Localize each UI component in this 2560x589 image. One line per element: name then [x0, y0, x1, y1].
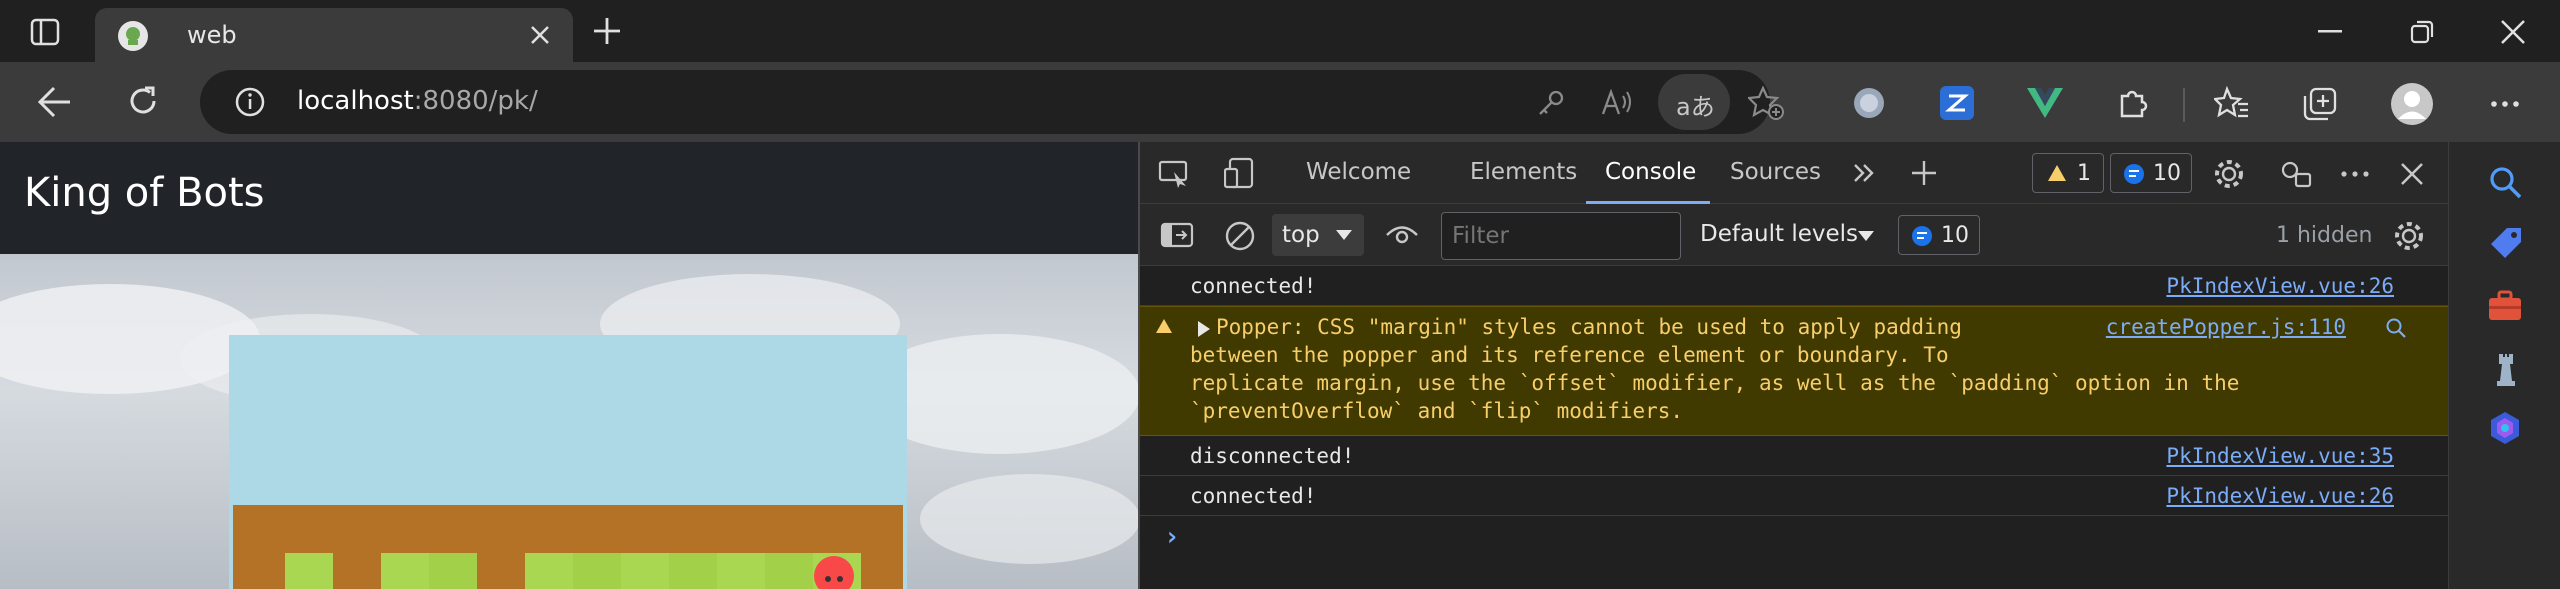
live-expression-eye-icon[interactable] — [1385, 224, 1419, 246]
devtools-panel: Welcome Elements Console Sources 1 10 to… — [1138, 142, 2450, 589]
context-select[interactable]: top — [1272, 214, 1364, 256]
console-warning: Popper: CSS "margin" styles cannot be us… — [1140, 306, 2450, 436]
inspect-element-icon[interactable] — [1158, 160, 1190, 188]
tab-elements[interactable]: Elements — [1470, 159, 1577, 185]
profile-avatar[interactable] — [2390, 82, 2434, 126]
tab-title: web — [187, 21, 237, 49]
tab-actions-icon[interactable] — [30, 17, 60, 47]
add-favorite-icon[interactable] — [1748, 86, 1784, 120]
tools-briefcase-icon[interactable] — [2487, 290, 2523, 322]
warning-icon — [2048, 165, 2066, 181]
minimize-icon[interactable] — [2318, 30, 2342, 34]
console-messages: connected! PkIndexView.vue:26 Popper: CS… — [1140, 266, 2450, 589]
customize-icon[interactable] — [2280, 158, 2312, 190]
toolbar-messages-badge[interactable]: 10 — [1898, 215, 1980, 255]
message-icon — [1912, 226, 1932, 246]
tab-welcome[interactable]: Welcome — [1306, 159, 1411, 185]
device-toolbar-icon[interactable] — [1224, 157, 1256, 189]
refresh-icon[interactable] — [126, 84, 160, 118]
search-icon[interactable] — [2487, 164, 2523, 200]
source-link[interactable]: createPopper.js:110 — [2106, 315, 2346, 339]
source-link[interactable]: PkIndexView.vue:26 — [2166, 484, 2394, 508]
extensions-icon[interactable] — [2116, 86, 2150, 120]
hidden-count: 1 hidden — [2276, 223, 2373, 248]
brand-title[interactable]: King of Bots — [24, 170, 265, 216]
microsoft-365-icon[interactable] — [2487, 410, 2523, 446]
console-settings-gear-icon[interactable] — [2392, 219, 2426, 253]
devtools-more-icon[interactable] — [2340, 170, 2370, 178]
devtools-tab-bar: Welcome Elements Console Sources 1 10 — [1140, 142, 2450, 204]
close-devtools-icon[interactable] — [2400, 162, 2424, 186]
navbar: King of Bots — [0, 142, 1138, 254]
console-toolbar: top Default levels 10 1 hidden — [1140, 204, 2450, 266]
close-window-icon[interactable] — [2500, 19, 2526, 45]
search-icon[interactable] — [2385, 317, 2407, 339]
console-message: disconnected! PkIndexView.vue:35 — [1140, 436, 2450, 476]
games-chess-icon[interactable] — [2489, 348, 2523, 388]
console-message: connected! PkIndexView.vue:26 — [1140, 476, 2450, 516]
favorites-icon[interactable] — [2214, 86, 2250, 120]
toolbar-divider — [2183, 88, 2185, 122]
add-tab-icon[interactable] — [1910, 159, 1938, 187]
settings-gear-icon[interactable] — [2212, 157, 2246, 191]
source-link[interactable]: PkIndexView.vue:35 — [2166, 444, 2394, 468]
web-page: King of Bots — [0, 142, 1138, 589]
shopping-tag-icon[interactable] — [2489, 226, 2523, 260]
messages-badge[interactable]: 10 — [2110, 153, 2192, 193]
expand-triangle-icon[interactable] — [1198, 321, 1210, 337]
message-icon — [2124, 164, 2144, 184]
restore-icon[interactable] — [2410, 20, 2434, 44]
extension-zotero-icon[interactable] — [1940, 86, 1974, 120]
show-sidebar-icon[interactable] — [1160, 222, 1194, 248]
edge-sidebar — [2448, 142, 2560, 589]
console-filter-input[interactable] — [1441, 212, 1681, 260]
game-board[interactable] — [233, 505, 903, 589]
close-tab-icon[interactable] — [529, 24, 551, 46]
chevron-down-icon — [1336, 230, 1352, 240]
warnings-badge[interactable]: 1 — [2032, 153, 2104, 193]
tab-strip: web — [0, 0, 2560, 62]
new-tab-icon[interactable] — [590, 14, 624, 48]
key-icon[interactable] — [1536, 88, 1566, 118]
warning-icon — [1156, 319, 1172, 333]
address-bar[interactable]: localhost:8080/pk/ aあ — [200, 70, 1784, 134]
browser-tab[interactable]: web — [95, 8, 573, 62]
more-tabs-icon[interactable] — [1852, 162, 1876, 184]
snake-head — [813, 555, 855, 589]
extension-gray-icon[interactable] — [1852, 86, 1886, 120]
url-text[interactable]: localhost:8080/pk/ — [297, 86, 538, 116]
console-message: connected! PkIndexView.vue:26 — [1140, 266, 2450, 306]
game-playground — [229, 335, 907, 589]
back-icon[interactable] — [36, 84, 72, 120]
translate-icon[interactable]: aあ — [1658, 74, 1730, 130]
more-menu-icon[interactable] — [2490, 100, 2520, 108]
clear-console-icon[interactable] — [1224, 220, 1256, 252]
tab-sources[interactable]: Sources — [1730, 159, 1821, 185]
read-aloud-icon[interactable] — [1600, 86, 1634, 118]
chevron-down-icon — [1858, 231, 1874, 241]
collections-icon[interactable] — [2302, 86, 2338, 122]
browser-toolbar: localhost:8080/pk/ aあ — [0, 62, 2560, 142]
vue-favicon-icon — [117, 20, 149, 52]
vue-devtools-icon[interactable] — [2027, 88, 2063, 118]
site-info-icon[interactable] — [234, 86, 266, 118]
source-link[interactable]: PkIndexView.vue:26 — [2166, 274, 2394, 298]
tab-console[interactable]: Console — [1605, 159, 1696, 185]
console-prompt[interactable]: › — [1164, 522, 1180, 552]
